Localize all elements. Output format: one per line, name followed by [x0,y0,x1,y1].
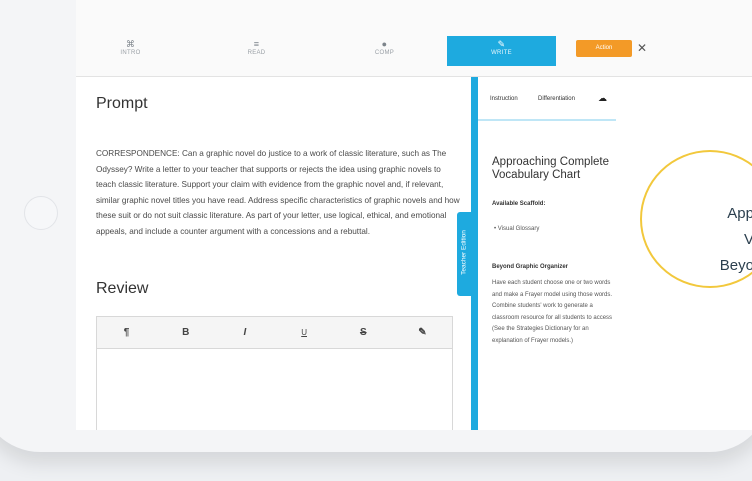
tab-differentiation[interactable]: Differentiation [538,96,575,102]
callout-line: Beyo [719,257,752,274]
intro-icon: ⌘ [125,39,136,49]
highlight-icon[interactable]: ✎ [393,317,452,348]
teacher-edition-tab[interactable]: Teacher Edition [457,212,471,296]
beyond-heading: Beyond Graphic Organizer [492,264,569,270]
tab-write[interactable]: ✎ WRITE [447,36,556,66]
strikethrough-icon[interactable]: S [334,317,393,348]
scaffold-item: • Visual Glossary [494,226,540,232]
read-icon: ≡ [253,39,260,49]
prompt-text: CORRESPONDENCE: Can a graphic novel do j… [96,149,460,236]
tab-instruction[interactable]: Instruction [490,96,518,102]
prompt-panel: Prompt CORRESPONDENCE: Can a graphic nov… [76,77,471,430]
scaffold-heading: Approaching Complete Vocabulary Chart [492,156,609,181]
tab-read[interactable]: ≡ READ [202,36,311,66]
tab-label: READ [247,50,266,56]
top-nav: ⌘ INTRO ≡ READ ● COMP ✎ WRITE Action ✕ [76,0,752,77]
comp-icon: ● [381,39,388,49]
cloud-icon[interactable]: ☁ [598,93,607,104]
editor-toolbar: ¶ B I U S ✎ [97,317,452,349]
italic-icon[interactable]: I [215,317,274,348]
beyond-text: Have each student choose one or two word… [492,280,613,344]
review-editor[interactable]: ¶ B I U S ✎ [96,316,453,430]
panel-divider [471,77,478,430]
teacher-edition-label: Teacher Edition [460,230,468,275]
paragraph-icon[interactable]: ¶ [97,317,156,348]
review-title: Review [96,280,149,297]
pencil-icon: ✎ [497,39,506,49]
home-button[interactable] [24,196,58,230]
callout-line: App [727,205,752,222]
tab-label: WRITE [491,50,512,56]
tab-comp[interactable]: ● COMP [330,36,439,66]
close-icon[interactable]: ✕ [637,40,647,57]
teacher-panel: Instruction Differentiation ☁ Approachin… [478,77,616,430]
underline-icon[interactable]: U [275,317,334,348]
tab-label: COMP [374,50,395,56]
action-button[interactable]: Action [576,40,632,57]
callout-line: V [642,228,752,251]
bold-icon[interactable]: B [156,317,215,348]
available-scaffold-label: Available Scaffold: [492,201,546,207]
tab-intro[interactable]: ⌘ INTRO [76,36,185,66]
prompt-title: Prompt [96,95,148,112]
tab-label: INTRO [120,50,141,56]
teacher-panel-tabs: Instruction Differentiation ☁ [478,77,616,121]
tablet-frame: ⌘ INTRO ≡ READ ● COMP ✎ WRITE Action ✕ P… [0,0,752,481]
